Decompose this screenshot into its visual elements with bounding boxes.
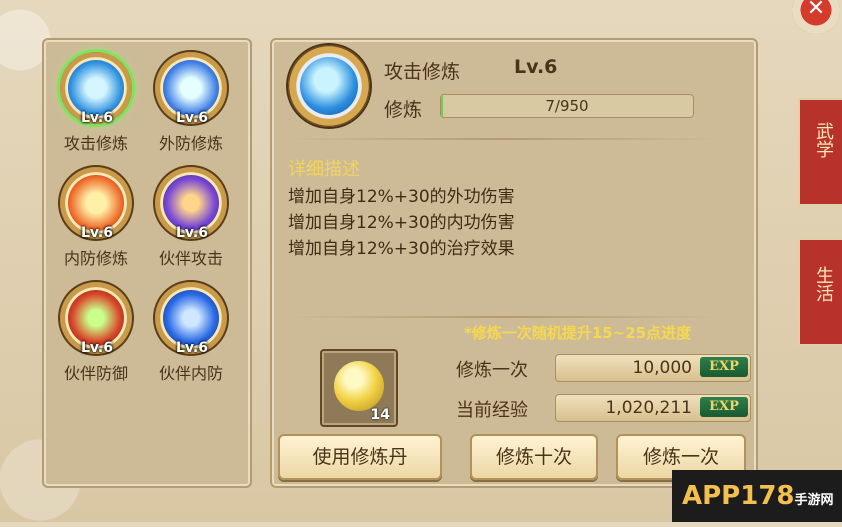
- skill-partner-attack[interactable]: Lv.6 伙伴攻击: [147, 167, 237, 275]
- skill-partner-inner-defense[interactable]: Lv.6 伙伴内防: [147, 282, 237, 390]
- watermark-main: APP178: [682, 481, 795, 511]
- skill-name: 外防修炼: [158, 134, 223, 153]
- skill-inner-defense-training[interactable]: Lv.6 内防修炼: [52, 167, 142, 275]
- skill-level-label: Lv.6: [514, 56, 558, 78]
- close-icon: ✕: [806, 0, 826, 21]
- use-pill-button[interactable]: 使用修炼丹: [278, 434, 442, 480]
- phoenix-icon: [163, 60, 219, 116]
- description-line: 增加自身12%+30的内功伤害: [288, 213, 515, 233]
- exp-badge: EXP: [700, 357, 748, 377]
- tab-label: 生活: [813, 266, 834, 302]
- skill-outer-defense-training[interactable]: Lv.6 外防修炼: [147, 52, 237, 160]
- item-count: 14: [370, 407, 390, 423]
- skill-name: 攻击修炼: [63, 134, 128, 153]
- current-exp-bar: 1,020,211 EXP: [555, 394, 751, 422]
- dragon-icon: [300, 57, 358, 115]
- skill-name: 伙伴攻击: [158, 249, 223, 268]
- divider: [284, 138, 724, 140]
- watermark-logo: APP178手游网: [672, 470, 842, 522]
- partner-attack-icon: [163, 175, 219, 231]
- skill-title: 攻击修炼: [384, 61, 461, 83]
- partner-defense-icon: [68, 290, 124, 346]
- tab-life[interactable]: 生活: [798, 238, 842, 346]
- progress-bar: 7/950: [440, 94, 694, 118]
- progress-text: 7/950: [545, 97, 589, 115]
- flame-lotus-icon: [68, 175, 124, 231]
- exp-badge: EXP: [700, 397, 748, 417]
- train-once-cost-bar: 10,000 EXP: [555, 354, 751, 382]
- current-exp-value: 1,020,211: [605, 398, 692, 418]
- skill-attack-training[interactable]: Lv.6 攻击修炼: [52, 52, 142, 160]
- progress-label: 修炼: [384, 99, 423, 121]
- current-exp-label: 当前经验: [456, 400, 528, 421]
- training-hint: *修炼一次随机提升15~25点进度: [464, 324, 692, 342]
- training-pill-icon: [334, 361, 384, 411]
- description-line: 增加自身12%+30的外功伤害: [288, 187, 515, 207]
- tab-label: 武学: [813, 122, 834, 158]
- partner-inner-defense-icon: [163, 290, 219, 346]
- dragon-icon: [68, 60, 124, 116]
- description-title: 详细描述: [288, 159, 360, 180]
- training-pill-slot[interactable]: 14: [320, 349, 398, 427]
- train-ten-button[interactable]: 修炼十次: [470, 434, 598, 480]
- skill-name: 内防修炼: [63, 249, 128, 268]
- selected-skill-icon: [288, 45, 370, 127]
- skill-name: 伙伴防御: [63, 364, 128, 383]
- train-once-cost-label: 修炼一次: [456, 360, 528, 381]
- watermark-sub: 手游网: [794, 493, 834, 508]
- skill-partner-defense[interactable]: Lv.6 伙伴防御: [52, 282, 142, 390]
- tab-martial[interactable]: 武学: [798, 98, 842, 206]
- train-once-cost-value: 10,000: [632, 358, 692, 378]
- divider: [284, 316, 724, 318]
- description-line: 增加自身12%+30的治疗效果: [288, 239, 515, 259]
- skill-name: 伙伴内防: [158, 364, 223, 383]
